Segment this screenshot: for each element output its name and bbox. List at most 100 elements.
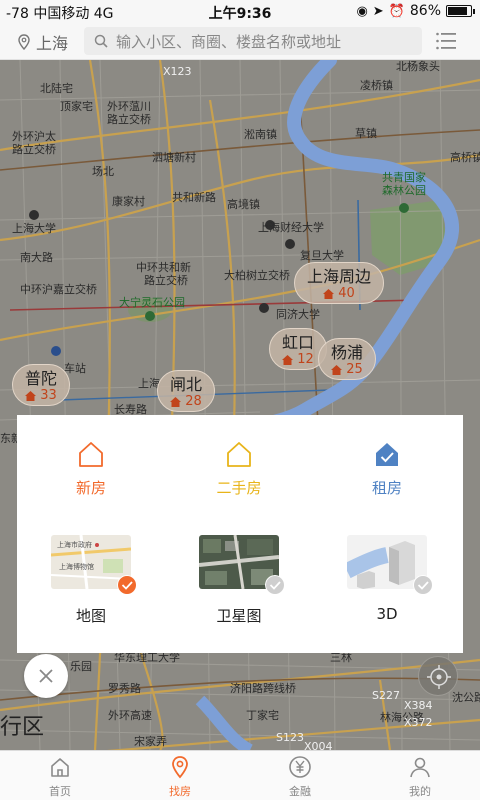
map-place-label: 场北 <box>92 165 114 178</box>
district-marker[interactable]: 上海周边 40 <box>294 262 385 304</box>
yuan-icon <box>289 756 311 778</box>
map-place-label: 共青国家 <box>382 171 426 184</box>
map-place-label: 罗秀路 <box>108 682 141 695</box>
map-place-label: 森林公园 <box>382 184 426 197</box>
map-place-label: 三林 <box>330 651 352 664</box>
location-pin-icon <box>172 756 188 779</box>
map-place-label: X384 <box>404 699 433 712</box>
map-place-label: 上海大学 <box>12 222 56 235</box>
crosshair-icon <box>427 665 451 689</box>
satellite-thumbnail <box>199 535 285 595</box>
map-place-label: X123 <box>163 65 192 78</box>
map-place-label: 上海财经大学 <box>258 221 324 234</box>
close-panel-button[interactable] <box>24 654 68 698</box>
property-type-option[interactable]: 二手房 <box>184 441 294 498</box>
tab-user[interactable]: 我的 <box>372 755 468 799</box>
listing-count: 28 <box>170 394 202 409</box>
map-place-label: 高境镇 <box>227 198 260 211</box>
map-place-label: 高桥镇 <box>450 151 480 164</box>
tab-location-pin[interactable]: 找房 <box>132 755 228 799</box>
map-place-label: 草镇 <box>355 127 377 140</box>
listing-count-value: 28 <box>185 394 202 409</box>
house-icon <box>282 354 294 365</box>
alarm-icon: ⏰ <box>388 3 405 19</box>
check-icon <box>117 575 137 595</box>
locate-me-button[interactable] <box>418 656 458 696</box>
map-place-label: X372 <box>404 716 433 729</box>
district-marker[interactable]: 杨浦 25 <box>318 338 377 380</box>
listing-count-value: 33 <box>40 388 57 403</box>
property-type-option[interactable]: 租房 <box>332 441 442 498</box>
search-input[interactable]: 输入小区、商圈、楼盘名称或地址 <box>84 27 422 55</box>
tab-label: 金融 <box>289 785 311 798</box>
bottom-tab-bar: 首页 找房 金融 我的 <box>0 750 480 800</box>
property-type-label: 二手房 <box>216 479 262 497</box>
rotation-lock-icon: ◉ <box>356 3 368 19</box>
listing-count-value: 25 <box>346 362 363 377</box>
filter-popup-panel: 新房 二手房 租房 上海市政府 上海博物馆 地图 卫星图 3D <box>17 415 463 653</box>
map-place-label: 顶家宅 <box>60 100 93 113</box>
tab-home[interactable]: 首页 <box>12 755 108 799</box>
list-menu-icon[interactable] <box>436 32 456 50</box>
map-place-label: 丁家宅 <box>246 709 279 722</box>
map-layer-option[interactable]: 上海市政府上海博物馆地图 <box>36 535 146 626</box>
status-right: ◉ ➤ ⏰ 86% <box>356 3 475 19</box>
district-marker[interactable]: 普陀 33 <box>12 364 71 406</box>
map-place-label: 路立交桥 <box>12 143 56 156</box>
house-outline-icon <box>79 442 103 467</box>
map-place-label: 外环高速 <box>108 709 152 722</box>
property-type-label: 租房 <box>371 479 402 497</box>
map-layer-label: 3D <box>376 605 398 623</box>
3d-thumbnail <box>347 535 433 595</box>
map-place-label: 车站 <box>64 362 86 375</box>
svg-text:上海博物馆: 上海博物馆 <box>59 562 94 571</box>
map-layer-label: 地图 <box>75 607 106 625</box>
battery-icon <box>446 5 475 17</box>
map-place-label: S123 <box>276 731 304 744</box>
map-place-label: 共和新路 <box>172 191 216 204</box>
map-place-label: 同济大学 <box>276 308 320 321</box>
check-icon <box>413 575 433 595</box>
location-pin-icon <box>18 34 30 50</box>
listing-count: 25 <box>331 362 363 377</box>
map-place-label: 济阳路跨线桥 <box>230 682 296 695</box>
user-icon <box>410 757 430 778</box>
district-big-label: 行区 <box>0 715 45 740</box>
svg-text:上海市政府: 上海市政府 <box>57 540 92 549</box>
listing-count: 12 <box>282 352 314 367</box>
district-name: 闸北 <box>170 375 203 394</box>
city-selector[interactable]: 上海 <box>18 30 68 54</box>
map-place-label: 康家村 <box>112 195 145 208</box>
property-type-label: 新房 <box>75 479 106 497</box>
tab-yuan[interactable]: 金融 <box>252 755 348 799</box>
property-type-option[interactable]: 新房 <box>36 441 146 498</box>
house-icon <box>331 364 343 375</box>
district-marker[interactable]: 闸北 28 <box>157 370 216 412</box>
battery-fill <box>448 7 467 15</box>
map-place-label: 淞南镇 <box>244 128 277 141</box>
map-place-label: 凌桥镇 <box>360 79 393 92</box>
map-place-label: 复旦大学 <box>300 249 344 262</box>
map-place-label: S227 <box>372 689 400 702</box>
check-icon <box>265 575 285 595</box>
house-outline-icon <box>227 442 251 467</box>
district-name: 虹口 <box>282 333 315 352</box>
map-place-label: 外环蕰川 <box>107 100 151 113</box>
search-placeholder: 输入小区、商圈、楼盘名称或地址 <box>116 32 342 51</box>
search-icon <box>94 34 108 48</box>
map-place-label: X004 <box>304 740 333 751</box>
home-icon <box>51 758 69 777</box>
listing-count: 40 <box>307 286 371 301</box>
house-icon <box>323 288 335 299</box>
map-place-label: 路立交桥 <box>107 113 151 126</box>
map-thumbnail: 上海市政府上海博物馆 <box>51 535 137 595</box>
map-layer-option[interactable]: 3D <box>332 535 442 623</box>
city-name: 上海 <box>36 34 69 53</box>
map-layer-option[interactable]: 卫星图 <box>184 535 294 626</box>
listing-count: 33 <box>25 388 57 403</box>
tab-label: 找房 <box>169 785 191 798</box>
map-place-label: 中环沪嘉立交桥 <box>20 283 97 296</box>
house-icon <box>170 396 182 407</box>
map-place-label: 大柏树立交桥 <box>224 269 290 282</box>
location-arrow-icon: ➤ <box>372 3 384 19</box>
